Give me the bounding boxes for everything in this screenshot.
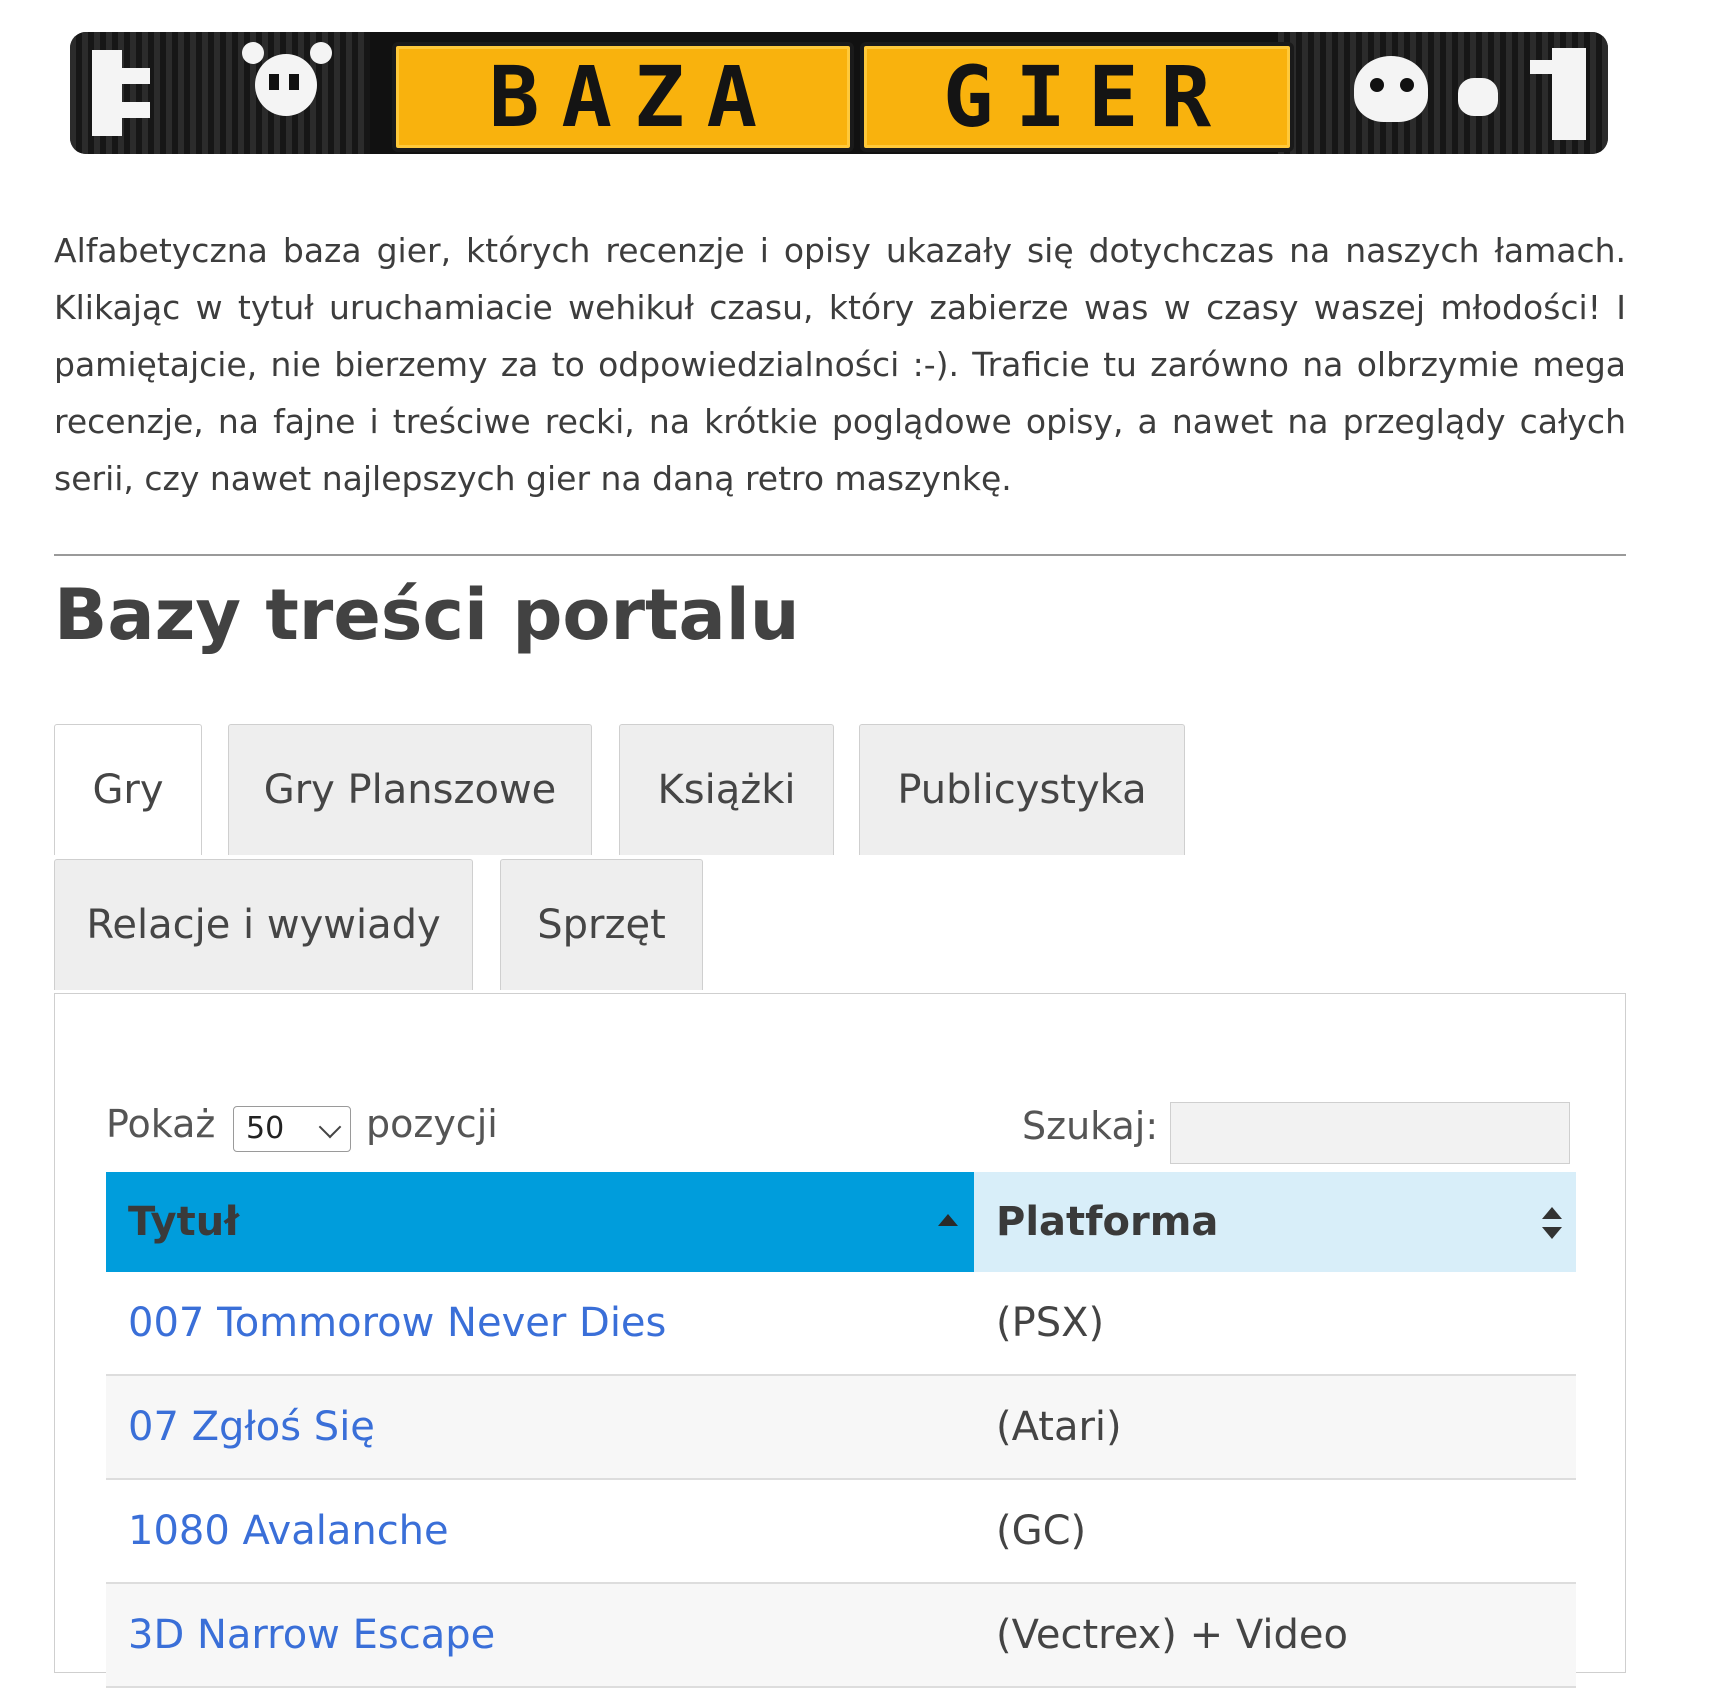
pixel-art-block <box>1530 60 1552 74</box>
logo-word-box: BAZA <box>392 42 854 152</box>
horizontal-divider <box>54 554 1626 556</box>
mouse-ear-icon <box>242 42 264 64</box>
platform-cell: (Atari) <box>996 1404 1122 1450</box>
tab-ksiazki[interactable]: Książki <box>619 724 834 855</box>
tab-relacje-i-wywiady[interactable]: Relacje i wywiady <box>54 859 473 990</box>
mouse-face-icon <box>255 54 317 116</box>
mouse-ear-icon <box>310 42 332 64</box>
logo-word-gier: GIER <box>942 48 1234 146</box>
title-cell: 1080 Avalanche <box>106 1480 974 1582</box>
column-header-title[interactable]: Tytuł <box>106 1172 974 1272</box>
title-cell: 3D Narrow Escape <box>106 1584 974 1686</box>
column-header-label: Tytuł <box>128 1199 240 1245</box>
pixel-art-block <box>122 68 150 84</box>
section-title: Bazy treści portalu <box>54 574 800 656</box>
game-title-link[interactable]: 007 Tommorow Never Dies <box>128 1300 666 1346</box>
games-table: Tytuł Platforma 007 Tommorow Never Dies … <box>106 1172 1576 1688</box>
sort-both-icon <box>1542 1207 1562 1239</box>
game-title-link[interactable]: 1080 Avalanche <box>128 1508 449 1554</box>
logo-word-box: GIER <box>860 42 1294 152</box>
entries-label: pozycji <box>366 1102 498 1146</box>
pixel-art-block <box>122 102 150 118</box>
table-header: Tytuł Platforma <box>106 1172 1576 1272</box>
logo-word-baza: BAZA <box>488 48 780 146</box>
pixel-art-block <box>1552 48 1586 140</box>
column-header-label: Platforma <box>996 1199 1219 1245</box>
sort-ascending-icon <box>938 1214 958 1226</box>
table-row: 1080 Avalanche (GC) <box>106 1480 1576 1584</box>
column-header-platform[interactable]: Platforma <box>974 1172 1576 1272</box>
platform-cell: (Vectrex) + Video <box>996 1612 1348 1658</box>
tab-sprzet[interactable]: Sprzęt <box>500 859 703 990</box>
chevron-down-icon <box>318 1115 342 1139</box>
show-entries-label: Pokaż <box>106 1102 216 1146</box>
table-row: 07 Zgłoś Się (Atari) <box>106 1376 1576 1480</box>
game-title-link[interactable]: 07 Zgłoś Się <box>128 1404 375 1450</box>
skull-icon <box>1458 78 1498 116</box>
tab-gry-planszowe[interactable]: Gry Planszowe <box>228 724 592 855</box>
title-cell: 07 Zgłoś Się <box>106 1376 974 1478</box>
tab-publicystyka[interactable]: Publicystyka <box>859 724 1185 855</box>
game-title-link[interactable]: 3D Narrow Escape <box>128 1612 495 1658</box>
skull-icon <box>1354 56 1428 122</box>
platform-cell: (GC) <box>996 1508 1087 1554</box>
table-row: 3D Narrow Escape (Vectrex) + Video <box>106 1584 1576 1688</box>
table-row: 007 Tommorow Never Dies (PSX) <box>106 1272 1576 1376</box>
page-size-select[interactable]: 50 <box>233 1106 351 1152</box>
title-cell: 007 Tommorow Never Dies <box>106 1272 974 1374</box>
search-label: Szukaj: <box>1022 1104 1159 1148</box>
page-size-value: 50 <box>246 1111 285 1146</box>
pixel-art-block <box>92 50 122 136</box>
tab-gry[interactable]: Gry <box>54 724 202 855</box>
intro-paragraph: Alfabetyczna baza gier, których recenzje… <box>54 231 1626 498</box>
platform-cell: (PSX) <box>996 1300 1105 1346</box>
site-banner-logo[interactable]: BAZA GIER <box>70 32 1608 154</box>
search-input[interactable] <box>1170 1102 1570 1164</box>
